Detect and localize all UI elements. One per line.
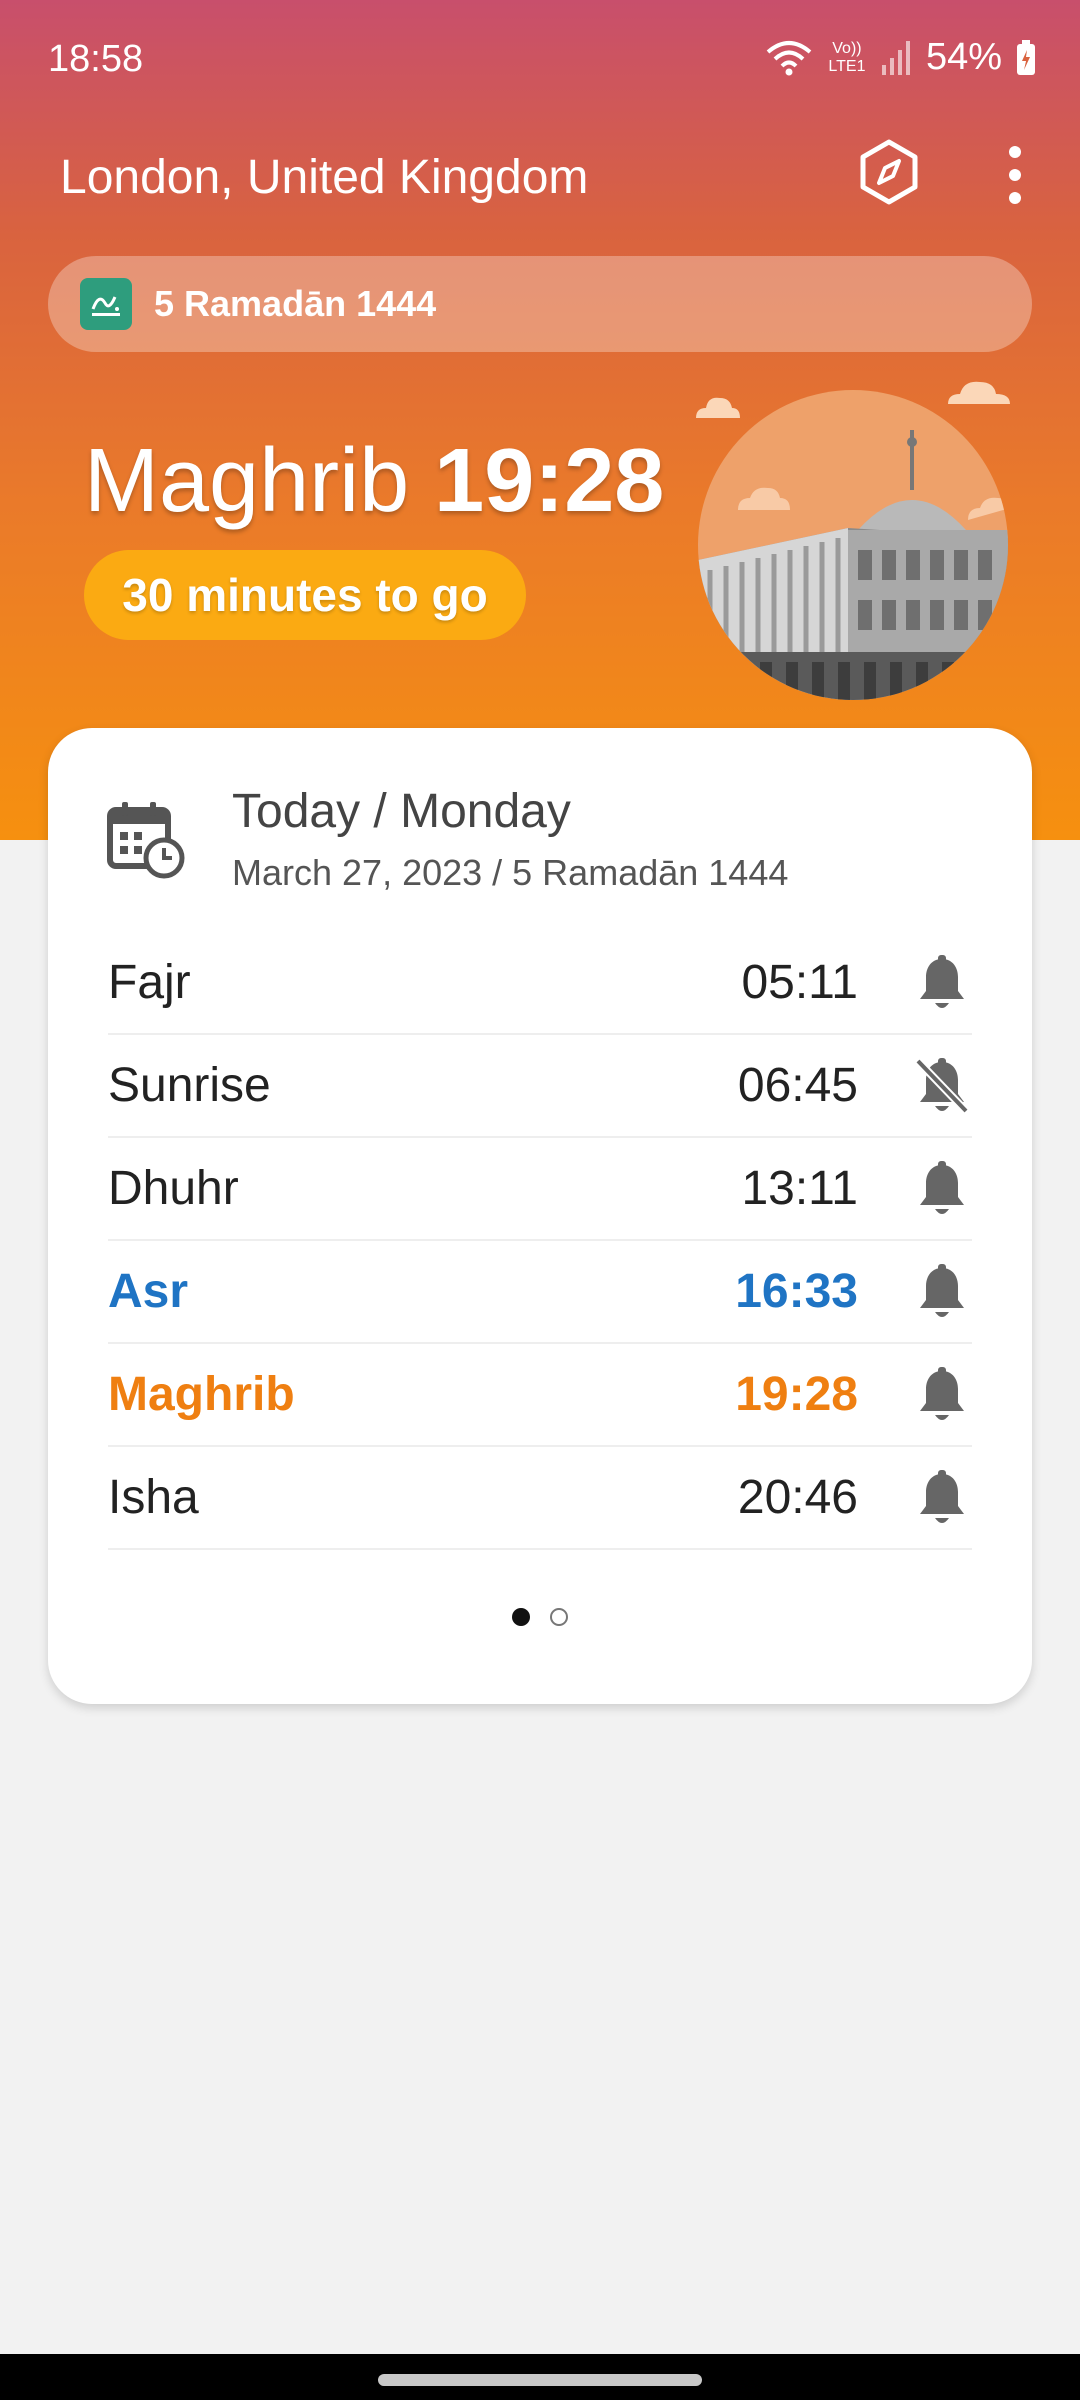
cloud-icon bbox=[948, 381, 1010, 404]
prayer-name: Sunrise bbox=[108, 1059, 271, 1112]
prayer-name: Dhuhr bbox=[108, 1162, 239, 1215]
prayer-row-maghrib[interactable]: Maghrib 19:28 bbox=[108, 1344, 972, 1447]
system-nav-bar bbox=[0, 2354, 1080, 2400]
prayer-name: Fajr bbox=[108, 956, 191, 1009]
prayer-time: 05:11 bbox=[741, 956, 858, 1009]
battery-icon bbox=[1016, 39, 1036, 76]
prayer-time: 16:33 bbox=[735, 1265, 858, 1318]
page-dot-active[interactable] bbox=[512, 1608, 530, 1626]
status-time: 18:58 bbox=[48, 38, 144, 80]
next-prayer-heading: Maghrib 19:28 bbox=[84, 430, 664, 533]
prayer-name: Maghrib bbox=[108, 1368, 295, 1421]
prayer-row-asr[interactable]: Asr 16:33 bbox=[108, 1241, 972, 1344]
compass-icon bbox=[860, 139, 918, 205]
prayer-row-fajr[interactable]: Fajr 05:11 bbox=[108, 932, 972, 1035]
status-bar: 18:58 Vo)) LTE1 54% bbox=[0, 0, 1080, 120]
location-title[interactable]: London, United Kingdom bbox=[60, 150, 588, 205]
prayer-name: Asr bbox=[108, 1265, 189, 1318]
cloud-icon bbox=[696, 397, 740, 418]
prayer-list: Fajr 05:11 Sunrise 06:45 Dhuhr 13:11 Asr… bbox=[108, 932, 972, 1550]
prayer-row-sunrise[interactable]: Sunrise 06:45 bbox=[108, 1035, 972, 1138]
page-dot[interactable] bbox=[550, 1608, 568, 1626]
bell-off-icon[interactable] bbox=[912, 1056, 972, 1116]
hijri-date-pill[interactable]: 5 Ramadān 1444 bbox=[48, 256, 1032, 352]
hijri-calendar-icon bbox=[80, 278, 132, 330]
prayer-time: 20:46 bbox=[737, 1471, 858, 1524]
calendar-clock-icon bbox=[106, 800, 186, 880]
prayer-name: Isha bbox=[108, 1471, 199, 1524]
more-vert-icon bbox=[1009, 146, 1021, 158]
more-options-button[interactable] bbox=[990, 140, 1040, 210]
prayer-time: 13:11 bbox=[741, 1162, 858, 1215]
prayer-row-dhuhr[interactable]: Dhuhr 13:11 bbox=[108, 1138, 972, 1241]
bell-icon[interactable] bbox=[912, 1159, 972, 1219]
prayer-row-isha[interactable]: Isha 20:46 bbox=[108, 1447, 972, 1550]
bell-icon[interactable] bbox=[912, 1468, 972, 1528]
card-subtitle: March 27, 2023 / 5 Ramadān 1444 bbox=[232, 852, 789, 893]
gesture-handle[interactable] bbox=[378, 2374, 702, 2386]
prayer-time: 19:28 bbox=[735, 1368, 858, 1421]
network-type-label: Vo)) LTE1 bbox=[828, 39, 866, 75]
wifi-icon bbox=[766, 40, 812, 76]
page-indicator[interactable] bbox=[48, 1608, 1032, 1626]
next-prayer-time: 19:28 bbox=[434, 431, 665, 531]
prayer-time: 06:45 bbox=[737, 1059, 858, 1112]
menu-dot bbox=[1009, 169, 1021, 181]
next-prayer-name: Maghrib bbox=[84, 431, 410, 531]
bell-icon[interactable] bbox=[912, 1262, 972, 1322]
qibla-compass-button[interactable] bbox=[852, 130, 926, 214]
menu-dot bbox=[1009, 192, 1021, 204]
card-title: Today / Monday bbox=[232, 785, 571, 838]
signal-icon bbox=[881, 40, 912, 75]
mosque-illustration bbox=[698, 390, 1008, 700]
countdown-badge: 30 minutes to go bbox=[84, 550, 526, 640]
bell-icon[interactable] bbox=[912, 953, 972, 1013]
hijri-date-text: 5 Ramadān 1444 bbox=[154, 283, 437, 324]
status-icons: Vo)) LTE1 54% bbox=[766, 36, 1036, 79]
bell-icon[interactable] bbox=[912, 1365, 972, 1425]
battery-percentage: 54% bbox=[925, 36, 1002, 78]
prayer-times-card[interactable]: Today / Monday March 27, 2023 / 5 Ramadā… bbox=[48, 728, 1032, 1704]
app-bar: London, United Kingdom bbox=[0, 130, 1080, 230]
